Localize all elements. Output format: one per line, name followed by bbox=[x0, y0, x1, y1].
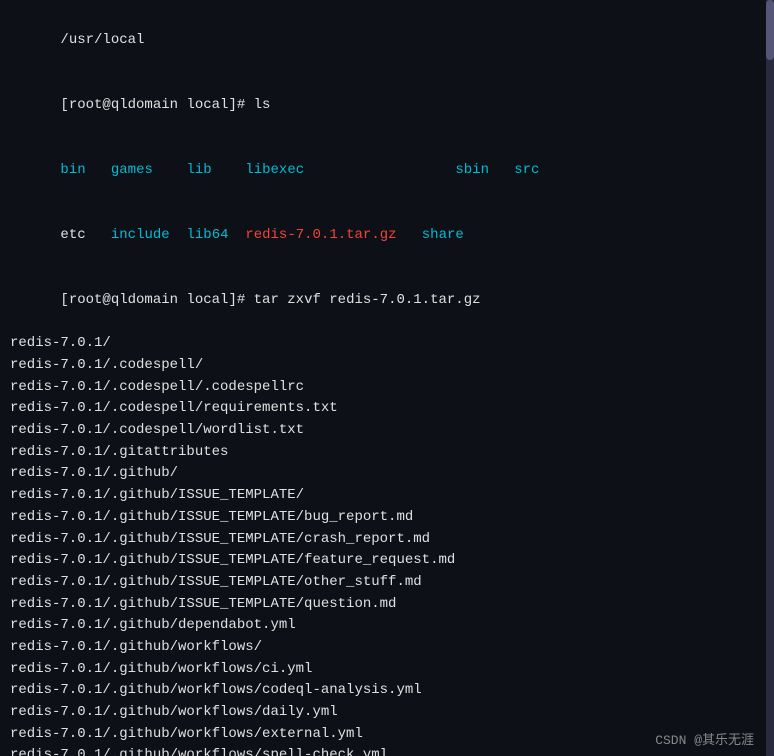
extract-line-4: redis-7.0.1/.codespell/requirements.txt bbox=[10, 398, 764, 420]
ls-sp1 bbox=[86, 162, 111, 178]
ls-etc: etc bbox=[60, 227, 85, 243]
cmd-ls-line: [root@qldomain local]# ls bbox=[10, 73, 764, 138]
ls-games: games bbox=[111, 162, 153, 178]
prompt-1: [root@qldomain local]# bbox=[60, 97, 253, 113]
extract-line-3: redis-7.0.1/.codespell/.codespellrc bbox=[10, 377, 764, 399]
ls-sp4 bbox=[304, 162, 455, 178]
extract-line-16: redis-7.0.1/.github/workflows/ci.yml bbox=[10, 659, 764, 681]
prompt-2: [root@qldomain local]# bbox=[60, 292, 253, 308]
cmd-ls: ls bbox=[254, 97, 271, 113]
ls-sp8 bbox=[229, 227, 246, 243]
extract-line-20: redis-7.0.1/.github/workflows/spell-chec… bbox=[10, 745, 764, 756]
ls-sp6 bbox=[86, 227, 111, 243]
extract-line-12: redis-7.0.1/.github/ISSUE_TEMPLATE/other… bbox=[10, 572, 764, 594]
extract-line-13: redis-7.0.1/.github/ISSUE_TEMPLATE/quest… bbox=[10, 594, 764, 616]
ls-sp7 bbox=[170, 227, 187, 243]
ls-sp9 bbox=[397, 227, 422, 243]
ls-sp2 bbox=[153, 162, 187, 178]
ls-redis-tar: redis-7.0.1.tar.gz bbox=[245, 227, 396, 243]
path-line: /usr/local bbox=[10, 8, 764, 73]
ls-lib: lib bbox=[186, 162, 211, 178]
scrollbar-thumb[interactable] bbox=[766, 0, 774, 60]
extract-line-6: redis-7.0.1/.gitattributes bbox=[10, 442, 764, 464]
scrollbar[interactable] bbox=[766, 0, 774, 756]
watermark-text: CSDN @其乐无涯 bbox=[655, 733, 754, 748]
cmd-tar: tar zxvf redis-7.0.1.tar.gz bbox=[254, 292, 481, 308]
ls-share: share bbox=[422, 227, 464, 243]
extract-line-1: redis-7.0.1/ bbox=[10, 333, 764, 355]
extract-line-19: redis-7.0.1/.github/workflows/external.y… bbox=[10, 724, 764, 746]
ls-sbin: sbin bbox=[455, 162, 489, 178]
terminal-window: /usr/local [root@qldomain local]# ls bin… bbox=[0, 0, 774, 756]
extract-line-10: redis-7.0.1/.github/ISSUE_TEMPLATE/crash… bbox=[10, 529, 764, 551]
extract-line-9: redis-7.0.1/.github/ISSUE_TEMPLATE/bug_r… bbox=[10, 507, 764, 529]
extract-line-11: redis-7.0.1/.github/ISSUE_TEMPLATE/featu… bbox=[10, 550, 764, 572]
extract-line-17: redis-7.0.1/.github/workflows/codeql-ana… bbox=[10, 680, 764, 702]
extract-line-8: redis-7.0.1/.github/ISSUE_TEMPLATE/ bbox=[10, 485, 764, 507]
ls-row-1: bin games lib libexec sbin src bbox=[10, 138, 764, 203]
ls-src: src bbox=[514, 162, 539, 178]
terminal-content: /usr/local [root@qldomain local]# ls bin… bbox=[0, 0, 774, 756]
cmd-tar-line: [root@qldomain local]# tar zxvf redis-7.… bbox=[10, 268, 764, 333]
ls-sp5 bbox=[489, 162, 514, 178]
extract-line-14: redis-7.0.1/.github/dependabot.yml bbox=[10, 615, 764, 637]
ls-bin: bin bbox=[60, 162, 85, 178]
watermark: CSDN @其乐无涯 bbox=[655, 729, 754, 748]
extract-line-2: redis-7.0.1/.codespell/ bbox=[10, 355, 764, 377]
extract-line-5: redis-7.0.1/.codespell/wordlist.txt bbox=[10, 420, 764, 442]
extract-line-15: redis-7.0.1/.github/workflows/ bbox=[10, 637, 764, 659]
extract-line-18: redis-7.0.1/.github/workflows/daily.yml bbox=[10, 702, 764, 724]
path-text: /usr/local bbox=[60, 32, 144, 48]
ls-lib64: lib64 bbox=[186, 227, 228, 243]
ls-libexec: libexec bbox=[245, 162, 304, 178]
ls-include: include bbox=[111, 227, 170, 243]
ls-row-2: etc include lib64 redis-7.0.1.tar.gz sha… bbox=[10, 203, 764, 268]
extract-line-7: redis-7.0.1/.github/ bbox=[10, 463, 764, 485]
ls-sp3 bbox=[212, 162, 246, 178]
